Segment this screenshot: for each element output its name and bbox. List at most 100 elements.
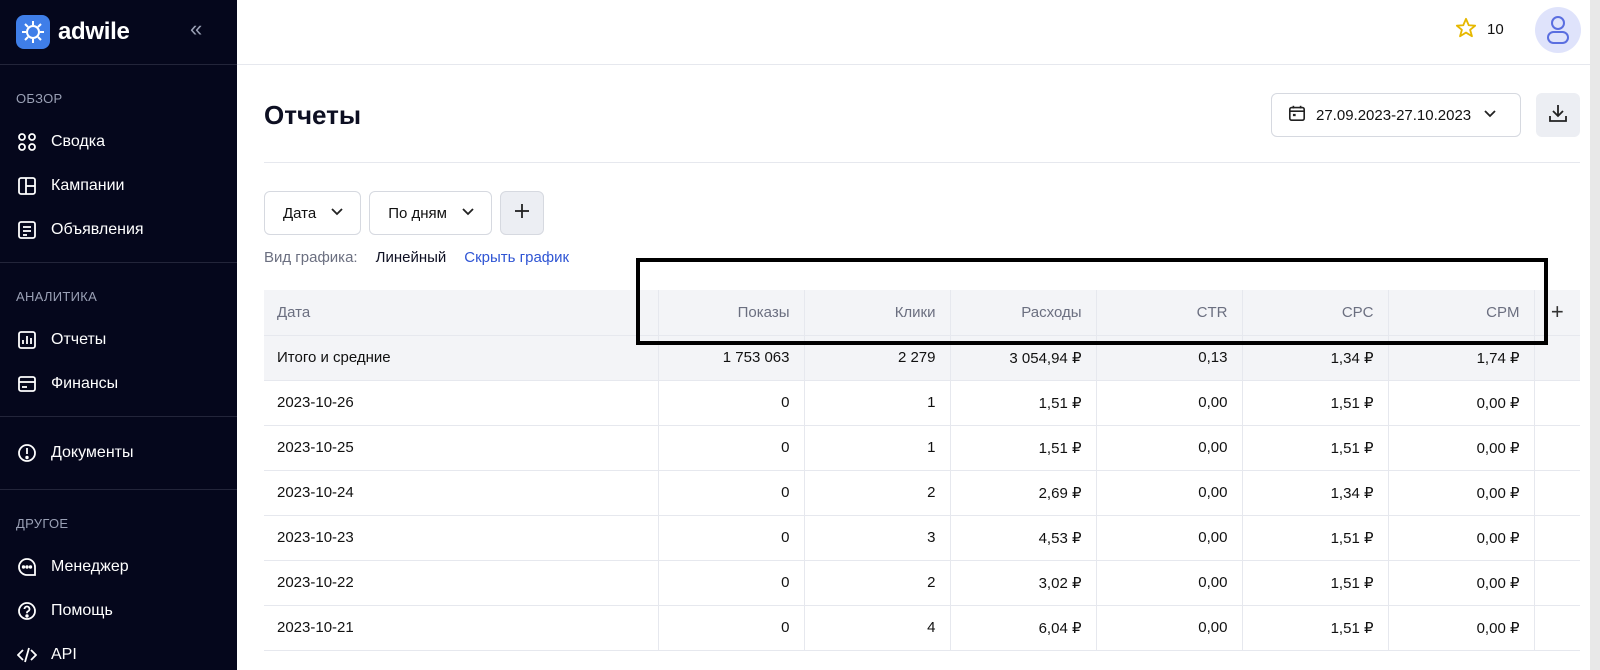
info-icon (16, 442, 38, 464)
sidebar-item-campaigns[interactable]: Кампании (0, 164, 237, 208)
table-row[interactable]: 2023-10-25 0 1 1,51 ₽ 0,00 1,51 ₽ 0,00 ₽ (264, 425, 1580, 471)
table-cell (1534, 470, 1580, 516)
document-icon (16, 219, 38, 241)
group-by-dropdown[interactable]: По дням (369, 191, 492, 235)
page-title: Отчеты (264, 100, 362, 130)
table-cell: 2023-10-22 (264, 560, 659, 606)
collapse-sidebar-icon[interactable]: « (190, 16, 202, 42)
topbar: 10 (237, 0, 1600, 65)
column-header-date[interactable]: Дата (264, 290, 659, 336)
table-cell: 0 (658, 560, 805, 606)
chart-controls: Вид графика: Линейный Скрыть график (264, 249, 569, 266)
sidebar-item-label: Менеджер (51, 558, 129, 575)
brand-name: adwile (58, 18, 130, 45)
date-filter-dropdown[interactable]: Дата (264, 191, 362, 235)
sidebar: adwile « ОБЗОР Сводка Кампании Объявлени… (0, 0, 237, 670)
table-row[interactable]: 2023-10-26 0 1 1,51 ₽ 0,00 1,51 ₽ 0,00 ₽ (264, 380, 1580, 426)
date-range-picker[interactable]: 27.09.2023-27.10.2023 (1271, 93, 1521, 137)
sidebar-item-reports[interactable]: Отчеты (0, 318, 237, 362)
table-cell: 2023-10-24 (264, 470, 659, 516)
table-cell: 0 (658, 515, 805, 561)
table-cell: Итого и средние (264, 335, 659, 381)
column-header-cpc[interactable]: CPC (1242, 290, 1389, 336)
table-row[interactable]: 2023-10-24 0 2 2,69 ₽ 0,00 1,34 ₽ 0,00 ₽ (264, 470, 1580, 516)
table-row[interactable]: 2023-10-22 0 2 3,02 ₽ 0,00 1,51 ₽ 0,00 ₽ (264, 560, 1580, 606)
column-header-impressions[interactable]: Показы (658, 290, 805, 336)
table-cell: 2023-10-21 (264, 605, 659, 651)
section-title: АНАЛИТИКА (16, 289, 98, 304)
sidebar-item-finance[interactable]: Финансы (0, 362, 237, 406)
sidebar-item-label: Сводка (51, 133, 106, 150)
column-header-ctr[interactable]: CTR (1096, 290, 1243, 336)
table-cell: 0,00 (1096, 560, 1243, 606)
chat-icon (16, 556, 38, 578)
sidebar-section-other: ДРУГОЕ Менеджер Помощь API (0, 490, 237, 670)
page-scrollbar[interactable] (1590, 0, 1600, 670)
download-icon (1547, 102, 1569, 129)
table-cell: 1,51 ₽ (950, 425, 1097, 471)
table-cell: 6,04 ₽ (950, 605, 1097, 651)
section-title: ОБЗОР (16, 91, 63, 106)
sidebar-item-label: Объявления (51, 221, 144, 238)
column-header-cpm[interactable]: CPM (1388, 290, 1535, 336)
table-cell: 0 (658, 470, 805, 516)
table-cell: 0,00 (1096, 470, 1243, 516)
table-row[interactable]: 2023-10-23 0 3 4,53 ₽ 0,00 1,51 ₽ 0,00 ₽ (264, 515, 1580, 561)
hide-chart-link[interactable]: Скрыть график (464, 249, 569, 266)
table-cell: 2,69 ₽ (950, 470, 1097, 516)
sidebar-item-help[interactable]: Помощь (0, 589, 237, 633)
table-cell (1534, 560, 1580, 606)
table-cell: 0 (658, 380, 805, 426)
avatar[interactable] (1535, 7, 1581, 53)
sidebar-section-documents: Документы (0, 431, 237, 490)
date-range-value: 27.09.2023-27.10.2023 (1316, 106, 1472, 124)
sidebar-item-api[interactable]: API (0, 633, 237, 670)
table-cell: 1,51 ₽ (1242, 515, 1389, 561)
sidebar-item-documents[interactable]: Документы (0, 431, 237, 475)
table-row[interactable]: 2023-10-21 0 4 6,04 ₽ 0,00 1,51 ₽ 0,00 ₽ (264, 605, 1580, 651)
adwile-logo-icon[interactable] (16, 15, 50, 49)
star-icon[interactable] (1455, 17, 1477, 44)
table-cell: 4,53 ₽ (950, 515, 1097, 561)
add-filter-button[interactable] (499, 191, 544, 235)
table-cell: 0,00 (1096, 380, 1243, 426)
section-title: ДРУГОЕ (16, 516, 69, 531)
table-cell: 2 279 (804, 335, 951, 381)
chevron-down-icon (330, 204, 344, 222)
download-button[interactable] (1536, 93, 1580, 137)
table-cell: 1,51 ₽ (950, 380, 1097, 426)
table-cell: 2 (804, 470, 951, 516)
sidebar-item-manager[interactable]: Менеджер (0, 545, 237, 589)
table-cell (1534, 515, 1580, 561)
table-cell: 3 054,94 ₽ (950, 335, 1097, 381)
column-header-spend[interactable]: Расходы (950, 290, 1097, 336)
table-cell: 0 (658, 605, 805, 651)
table-cell: 0,00 ₽ (1388, 425, 1535, 471)
table-cell (1534, 335, 1580, 381)
chart-type-selector[interactable]: Линейный (376, 249, 447, 266)
add-column-icon[interactable]: + (1534, 290, 1580, 336)
sidebar-item-label: API (51, 646, 77, 663)
table-cell: 0 (658, 425, 805, 471)
table-cell: 1 (804, 380, 951, 426)
table-cell: 2 (804, 560, 951, 606)
star-count: 10 (1487, 21, 1504, 38)
table-cell: 1,51 ₽ (1242, 605, 1389, 651)
chevron-down-icon (461, 204, 475, 222)
report-table-wrap: Дата Показы Клики Расходы CTR CPC CPM + … (264, 290, 1580, 651)
sidebar-item-summary[interactable]: Сводка (0, 120, 237, 164)
sidebar-item-ads[interactable]: Объявления (0, 208, 237, 252)
table-cell: 1 (804, 425, 951, 471)
chart-icon (16, 329, 38, 351)
chevron-down-icon (1483, 106, 1497, 124)
table-cell: 1,51 ₽ (1242, 425, 1389, 471)
chart-type-label: Вид графика: (264, 249, 358, 266)
wallet-icon (16, 373, 38, 395)
column-header-clicks[interactable]: Клики (804, 290, 951, 336)
table-cell: 0,00 ₽ (1388, 380, 1535, 426)
date-filter-label: Дата (283, 204, 317, 222)
header-divider (264, 162, 1580, 163)
code-icon (16, 644, 38, 666)
sidebar-item-label: Кампании (51, 177, 125, 194)
table-cell: 3 (804, 515, 951, 561)
